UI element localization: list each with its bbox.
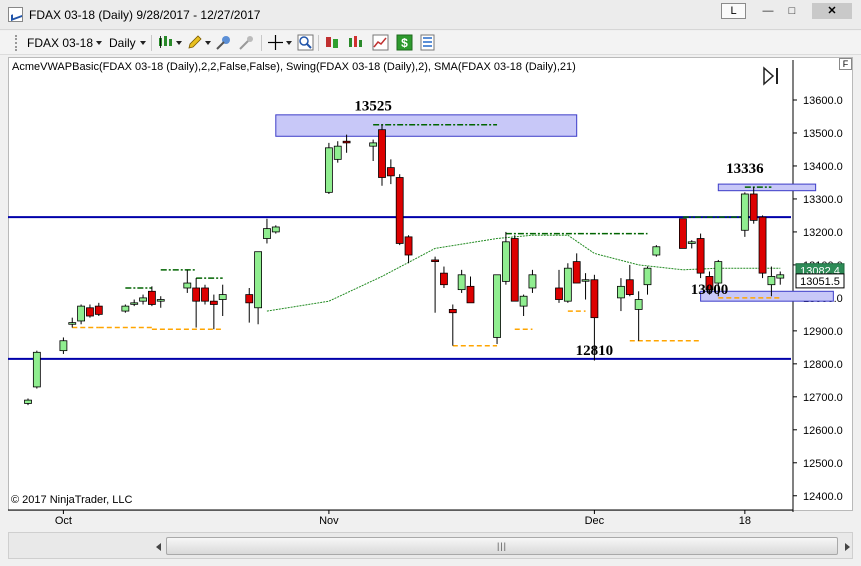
scroll-right-icon[interactable]: [845, 543, 850, 551]
x-tick-label: Dec: [585, 515, 605, 527]
candle-body: [86, 307, 94, 317]
candle-body: [767, 276, 776, 286]
candle-body: [501, 241, 510, 282]
candle-body: [254, 251, 263, 309]
candle-body: [218, 294, 227, 300]
candle-body: [572, 261, 581, 284]
candle-body: [625, 279, 634, 295]
scroll-left-icon[interactable]: [156, 543, 161, 551]
swing-annotation: 13336: [726, 161, 764, 177]
candle-body: [448, 309, 457, 314]
swing-annotation: 13525: [354, 99, 392, 115]
price-chart: 12400.0 12500.0 12600.0 12700.0 12800.0 12900…: [8, 60, 845, 527]
y-tick-label: 12700.0: [803, 392, 843, 404]
candle-body: [714, 261, 723, 284]
x-tick-label: Oct: [55, 515, 72, 527]
y-tick-label: 13200.0: [803, 227, 843, 239]
candle-body: [617, 285, 625, 299]
candle-body: [271, 226, 280, 233]
horizontal-scrollbar[interactable]: |||: [8, 532, 853, 559]
candle-body: [209, 300, 218, 305]
candle-body: [431, 259, 440, 263]
candle-body: [687, 241, 696, 244]
candle-body: [121, 305, 130, 312]
candle-body: [324, 147, 333, 193]
zone-rect: [717, 183, 817, 192]
candle-body: [581, 279, 590, 282]
candle-body: [776, 274, 785, 279]
candle-body: [139, 297, 147, 302]
candle-body: [369, 142, 378, 147]
candle-body: [333, 145, 342, 160]
y-tick-label: 12900.0: [803, 326, 843, 338]
candle-body: [466, 285, 475, 304]
candle-body: [696, 238, 705, 274]
thumb-grip-icon: |||: [497, 541, 508, 551]
candle-body: [563, 267, 572, 302]
y-tick-label: 13500.0: [803, 128, 843, 140]
swing-annotation: 13000: [691, 282, 729, 298]
candle-body: [457, 274, 466, 291]
candle-body: [749, 193, 758, 221]
candle-body: [94, 305, 103, 315]
candle-body: [32, 351, 41, 388]
candle-body: [643, 267, 652, 286]
candle-body: [59, 340, 68, 352]
candle-body: [740, 193, 749, 231]
y-tick-label: 13300.0: [803, 194, 843, 206]
candle-body: [342, 140, 351, 144]
x-tick-label: Nov: [319, 515, 339, 527]
candle-body: [590, 279, 599, 319]
x-tick-label: 18: [739, 515, 751, 527]
y-tick-label: 13400.0: [803, 161, 843, 173]
candle-body: [156, 299, 165, 302]
candle-body: [192, 287, 201, 302]
candle-body: [519, 295, 528, 307]
swing-annotation: 12810: [576, 343, 614, 359]
candle-body: [183, 282, 192, 289]
candle-body: [263, 228, 271, 239]
y-tick-label: 13600.0: [803, 95, 843, 107]
y-tick-label: 12400.0: [803, 491, 843, 503]
candle-body: [147, 290, 156, 305]
candle-body: [634, 299, 643, 310]
candle-body: [758, 216, 767, 274]
candle-body: [493, 274, 501, 338]
y-tick-label: 12500.0: [803, 458, 843, 470]
candle-body: [245, 294, 254, 304]
candle-body: [679, 218, 687, 249]
candle-body: [555, 287, 563, 300]
candle-body: [652, 246, 661, 256]
candle-body: [528, 274, 537, 289]
candle-body: [201, 287, 209, 302]
zone-rect: [275, 114, 578, 137]
price-marker-label: 13051.5: [800, 276, 840, 288]
candle-body: [440, 272, 448, 286]
candle-body: [386, 167, 395, 177]
scrollbar-thumb[interactable]: |||: [166, 537, 838, 555]
candle-body: [510, 238, 519, 302]
candle-body: [77, 305, 85, 322]
candle-body: [404, 236, 413, 256]
candle-body: [378, 129, 386, 178]
y-tick-label: 12600.0: [803, 425, 843, 437]
candle-body: [24, 399, 32, 404]
candle-body: [68, 322, 77, 325]
candle-body: [130, 302, 139, 305]
y-tick-label: 12800.0: [803, 359, 843, 371]
candle-body: [395, 177, 404, 244]
